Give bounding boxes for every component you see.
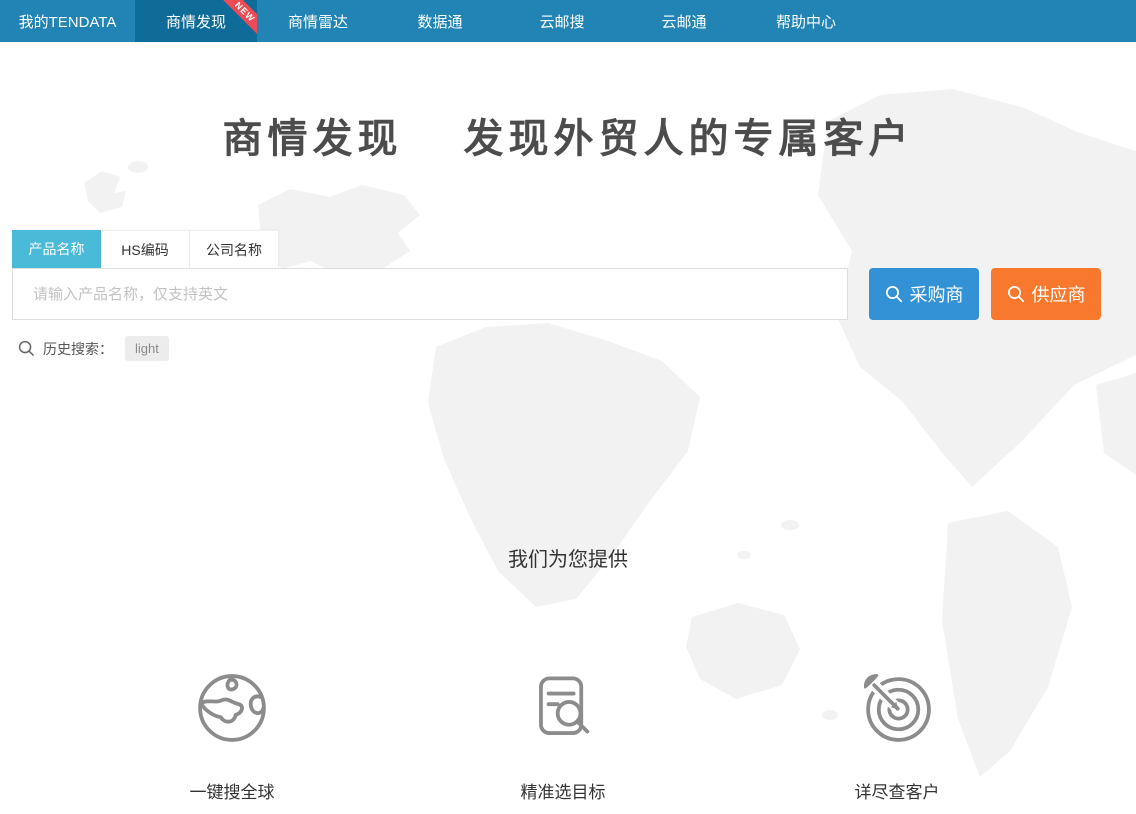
tab-label: 公司名称 [206,242,262,258]
nav-item-cloud-mail-search[interactable]: 云邮搜 [501,0,623,42]
tab-hs-code[interactable]: HS编码 [101,230,190,268]
tab-label: HS编码 [121,242,168,258]
feature-label: 详尽查客户 [797,778,997,803]
nav-item-label: 商情发现 [166,11,226,32]
nav-item-label: 商情雷达 [288,11,348,32]
tab-company-name[interactable]: 公司名称 [190,230,279,268]
nav-item-trade-radar[interactable]: 商情雷达 [257,0,379,42]
feature-label: 一键搜全球 [132,778,332,803]
search-input[interactable] [12,268,848,320]
document-search-icon [463,670,663,746]
search-icon [1007,285,1025,303]
history-search-row: 历史搜索： light [18,336,1124,361]
features-heading: 我们为您提供 [0,543,1136,572]
nav-item-my-tendata[interactable]: 我的TENDATA [0,0,135,42]
history-search-icon [18,340,35,357]
nav-item-cloud-mail[interactable]: 云邮通 [623,0,745,42]
buyer-button-label: 采购商 [910,281,964,307]
nav-item-label: 云邮通 [661,11,706,32]
page-title-secondary: 发现外贸人的专属客户 [463,115,913,162]
supplier-button-label: 供应商 [1032,281,1086,307]
feature-label: 精准选目标 [463,778,663,803]
nav-item-trade-discovery[interactable]: 商情发现 NEW [135,0,257,42]
search-panel: 产品名称 HS编码 公司名称 采购商 供应商 [12,230,1124,320]
nav-item-label: 帮助中心 [776,11,836,32]
search-icon [885,285,903,303]
history-search-label: 历史搜索： [43,339,113,359]
feature-global-search: 一键搜全球 [132,670,332,803]
globe-icon [132,670,332,746]
search-row: 采购商 供应商 [12,268,1124,320]
tab-label: 产品名称 [29,241,85,257]
nav-item-label: 数据通 [417,11,462,32]
nav-item-label: 云邮搜 [539,11,584,32]
top-navbar: 我的TENDATA 商情发现 NEW 商情雷达 数据通 云邮搜 云邮通 帮助中心 [0,0,1136,42]
supplier-search-button[interactable]: 供应商 [991,268,1101,320]
buyer-search-button[interactable]: 采购商 [869,268,979,320]
nav-item-help-center[interactable]: 帮助中心 [745,0,867,42]
feature-detailed-customer: 详尽查客户 [797,670,997,803]
feature-precise-target: 精准选目标 [463,670,663,803]
nav-item-data-link[interactable]: 数据通 [379,0,501,42]
page-title: 商情发现 发现外贸人的专属客户 [0,106,1136,164]
tab-product-name[interactable]: 产品名称 [12,230,101,268]
search-tabs: 产品名称 HS编码 公司名称 [12,230,1124,268]
features-section: 一键搜全球 精准选目标 详尽查客户 [0,572,1136,802]
page-title-primary: 商情发现 [223,115,403,162]
nav-item-label: 我的TENDATA [19,11,117,32]
target-icon [797,670,997,746]
history-search-tag[interactable]: light [125,336,169,361]
